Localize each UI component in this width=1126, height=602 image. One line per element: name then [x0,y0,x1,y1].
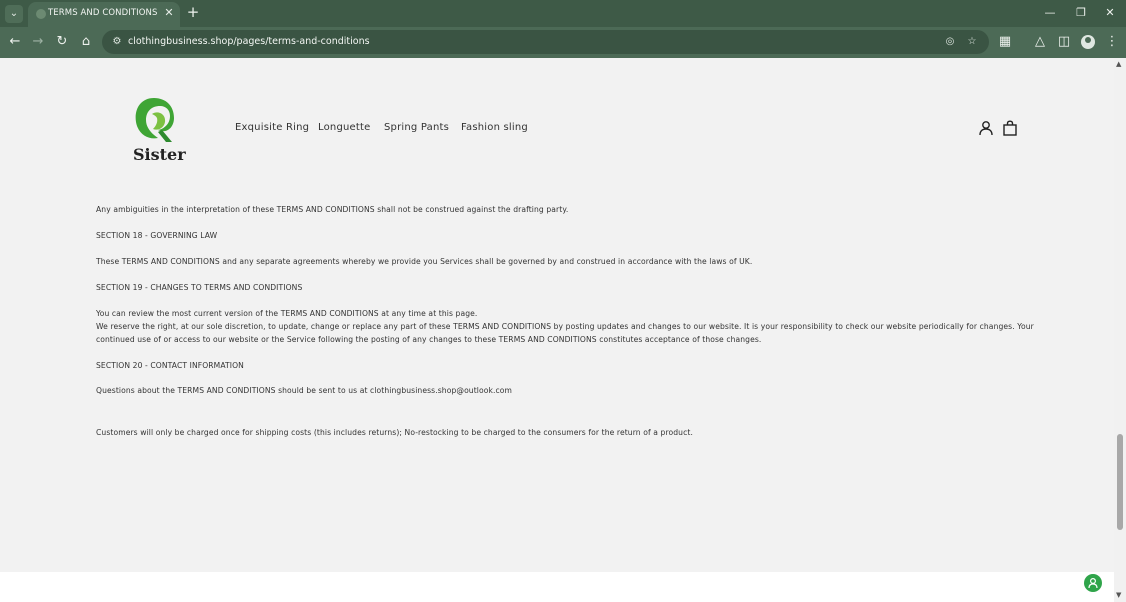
terms-paragraph: These TERMS AND CONDITIONS and any separ… [96,257,753,266]
web-page: Sister Exquisite Ring Longuette Spring P… [0,58,1126,602]
nav-link-exquisite-ring[interactable]: Exquisite Ring [235,122,309,133]
terms-paragraph: You can review the most current version … [96,309,478,318]
section-heading: SECTION 18 - GOVERNING LAW [96,231,218,240]
scrollbar-thumb[interactable] [1117,434,1123,530]
logo-text: Sister [133,145,186,164]
logo-leaf-icon [135,98,174,142]
browser-toolbar: ← → ↻ ⌂ ⚙ clothingbusiness.shop/pages/te… [0,27,1126,58]
browser-tab-active[interactable]: TERMS AND CONDITIONS ✕ [28,2,180,27]
nav-link-fashion-sling[interactable]: Fashion sling [461,122,528,133]
tab-favicon-icon [36,9,46,19]
url-text[interactable]: clothingbusiness.shop/pages/terms-and-co… [128,36,370,47]
site-header: Sister Exquisite Ring Longuette Spring P… [0,58,1114,186]
tab-close-icon[interactable]: ✕ [162,6,176,20]
home-icon[interactable]: ⌂ [78,34,94,50]
window-close-icon[interactable]: ✕ [1102,5,1118,21]
new-tab-plus-icon[interactable]: + [185,5,201,21]
address-bar[interactable]: ⚙ clothingbusiness.shop/pages/terms-and-… [102,30,989,54]
section-heading: SECTION 20 - CONTACT INFORMATION [96,361,244,370]
site-info-icon[interactable]: ⚙ [110,35,124,49]
contact-paragraph: Questions about the TERMS AND CONDITIONS… [96,386,513,395]
back-arrow-icon[interactable]: ← [7,34,23,50]
terms-paragraph: continued use of or access to our websit… [96,335,762,344]
tab-title: TERMS AND CONDITIONS [48,8,158,18]
scroll-up-arrow-icon[interactable]: ▲ [1116,60,1121,68]
extensions-puzzle-icon[interactable]: ▦ [997,34,1013,50]
tab-search-chevron-icon[interactable]: ⌄ [5,5,23,23]
page-scrollbar[interactable]: ▲ ▼ [1114,58,1126,602]
side-panel-icon[interactable]: ◫ [1056,34,1072,50]
nav-link-spring-pants[interactable]: Spring Pants [384,122,449,133]
restore-icon[interactable]: ❐ [1073,5,1089,21]
reload-icon[interactable]: ↻ [54,34,70,50]
browser-tab-bar: ⌄ TERMS AND CONDITIONS ✕ + — ❐ ✕ [0,0,1126,27]
terms-paragraph: Any ambiguities in the interpretation of… [96,205,569,214]
terms-paragraph: We reserve the right, at our sole discre… [96,322,1034,331]
chat-bubble-icon [1088,577,1098,589]
shipping-note: Customers will only be charged once for … [96,428,693,437]
labs-flask-icon[interactable]: △ [1032,34,1048,50]
scroll-down-arrow-icon[interactable]: ▼ [1116,591,1121,599]
more-menu-icon[interactable]: ⋮ [1104,34,1120,50]
section-heading: SECTION 19 - CHANGES TO TERMS AND CONDIT… [96,283,303,292]
minimize-icon[interactable]: — [1042,5,1058,21]
eye-slash-icon[interactable]: ◎ [943,35,957,49]
site-logo[interactable]: Sister [128,96,186,166]
chat-widget-button[interactable] [1084,574,1102,592]
cut-off-text-line [96,185,856,191]
nav-link-longuette[interactable]: Longuette [318,122,370,133]
account-icon[interactable] [978,120,994,136]
cart-bag-icon[interactable] [1002,120,1018,136]
site-footer [0,572,1114,602]
profile-avatar-icon[interactable] [1081,35,1095,49]
bookmark-star-icon[interactable]: ☆ [965,35,979,49]
forward-arrow-icon[interactable]: → [30,34,46,50]
